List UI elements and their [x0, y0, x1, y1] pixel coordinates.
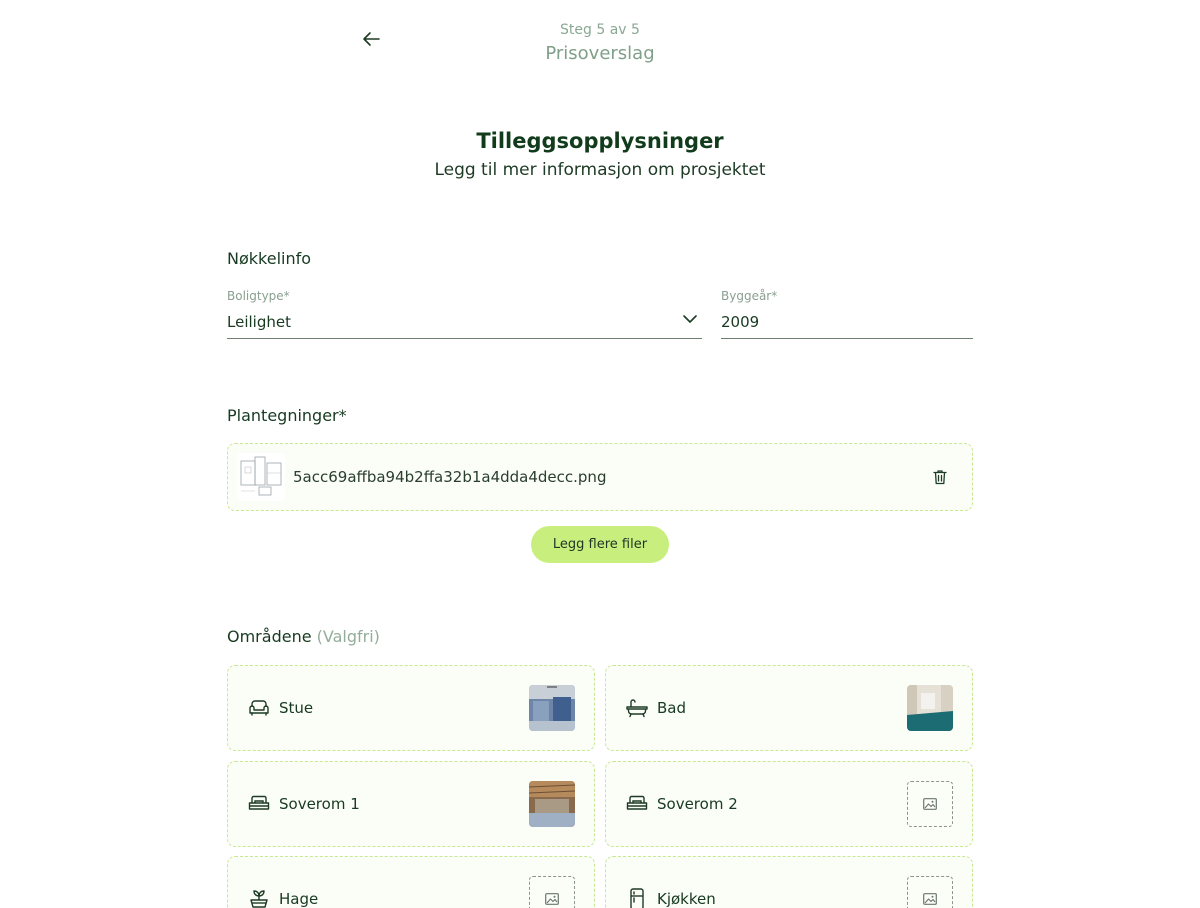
area-label: Kjøkken	[657, 890, 716, 908]
housing-type-value: Leilighet	[227, 313, 291, 331]
area-card-soverom-2[interactable]: Soverom 2	[605, 761, 973, 847]
area-label: Bad	[657, 699, 687, 717]
housing-type-field: Boligtype* Leilighet	[227, 289, 702, 339]
areas-optional-label: (Valgfri)	[316, 627, 380, 646]
bed-icon	[248, 793, 270, 815]
add-photo-placeholder[interactable]	[529, 876, 575, 908]
area-photo-bad[interactable]	[907, 685, 953, 731]
plant-icon	[248, 888, 270, 908]
armchair-icon	[248, 697, 270, 719]
housing-type-select[interactable]: Leilighet	[227, 309, 702, 339]
uploaded-file-row: 5acc69affba94b2ffa32b1a4dda4decc.png	[227, 443, 973, 511]
area-card-hage[interactable]: Hage	[227, 856, 595, 908]
section-title-areas: Områdene (Valgfri)	[227, 627, 380, 646]
areas-title: Områdene	[227, 627, 312, 646]
area-photo-soverom-1[interactable]	[529, 781, 575, 827]
housing-type-label: Boligtype*	[227, 289, 290, 303]
build-year-value: 2009	[721, 313, 760, 331]
step-title: Prisoverslag	[545, 43, 655, 64]
area-card-stue[interactable]: Stue	[227, 665, 595, 751]
file-name: 5acc69affba94b2ffa32b1a4dda4decc.png	[293, 468, 607, 486]
bed-icon	[626, 793, 648, 815]
add-photo-placeholder[interactable]	[907, 876, 953, 908]
page-frame: Steg 5 av 5 Prisoverslag Tilleggsopplysn…	[0, 0, 1200, 908]
image-icon	[923, 893, 937, 905]
area-photo-stue[interactable]	[529, 685, 575, 731]
step-indicator: Steg 5 av 5	[560, 22, 640, 38]
add-more-files-button[interactable]: Legg flere filer	[531, 526, 669, 563]
fridge-icon	[626, 888, 648, 908]
delete-file-button[interactable]	[928, 465, 952, 489]
area-card-kjokken[interactable]: Kjøkken	[605, 856, 973, 908]
area-label: Soverom 1	[279, 795, 360, 813]
build-year-input[interactable]: 2009	[721, 309, 973, 339]
page-title: Tilleggsopplysninger	[476, 129, 724, 153]
chevron-down-icon	[683, 315, 697, 323]
floor-plan-thumbnail	[237, 453, 285, 501]
build-year-field: Byggeår* 2009	[721, 289, 973, 339]
image-icon	[545, 893, 559, 905]
page-subtitle: Legg til mer informasjon om prosjektet	[434, 160, 766, 180]
section-title-key-info: Nøkkelinfo	[227, 249, 312, 268]
area-label: Stue	[279, 699, 314, 717]
area-card-soverom-1[interactable]: Soverom 1	[227, 761, 595, 847]
area-card-bad[interactable]: Bad	[605, 665, 973, 751]
add-photo-placeholder[interactable]	[907, 781, 953, 827]
section-title-floor-plans: Plantegninger*	[227, 406, 347, 425]
area-label: Hage	[279, 890, 319, 908]
bathtub-icon	[626, 697, 648, 719]
area-label: Soverom 2	[657, 795, 738, 813]
build-year-label: Byggeår*	[721, 289, 778, 303]
trash-icon	[933, 470, 947, 485]
image-icon	[923, 798, 937, 810]
